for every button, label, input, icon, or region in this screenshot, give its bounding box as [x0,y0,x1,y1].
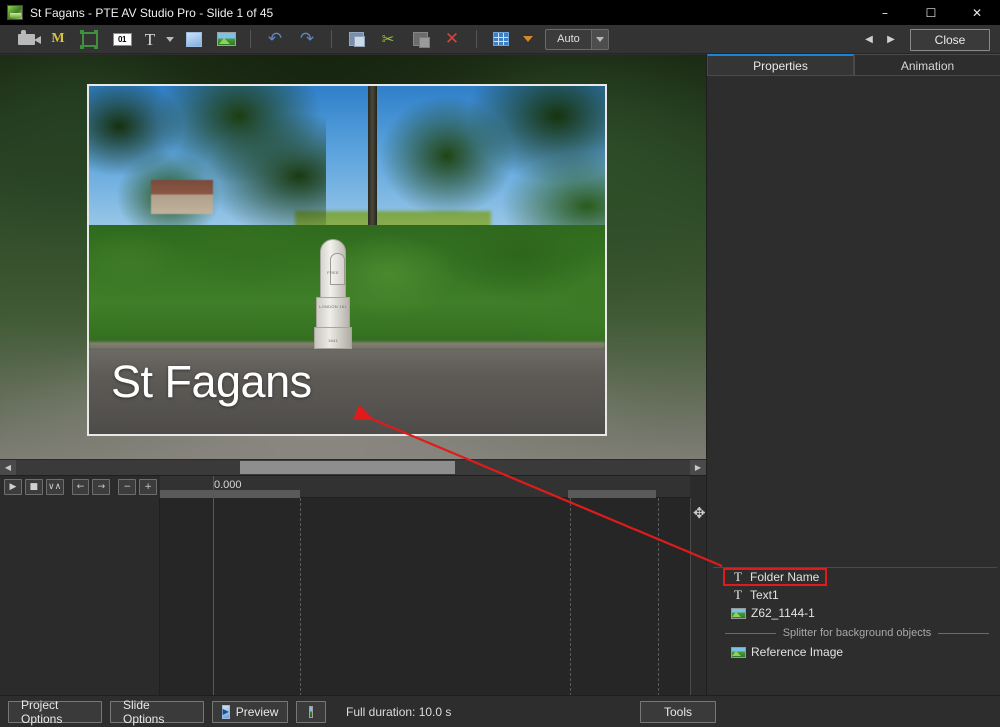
play-button[interactable]: ▶ [4,479,22,495]
mask-m-label: M [51,31,65,46]
list-item[interactable]: T Folder Name [713,568,997,586]
next-button[interactable]: → [92,479,111,495]
project-options-button[interactable]: Project Options [8,698,102,726]
previous-button[interactable]: ← [71,479,90,495]
toolbar-separator [250,30,251,48]
image-object-icon [731,607,746,619]
timeline-current-time: 0.000 [214,479,242,491]
timeline-panel: ▶ ■ ∨∧ ← → − + 0.000 ✥ [0,475,706,696]
splitter-label: Splitter for background objects [782,627,932,639]
paste-icon[interactable] [405,27,435,52]
milestone-line-1: FREE [327,270,339,276]
rectangle-tool-icon[interactable] [179,27,209,52]
move-arrows-icon: ✥ [693,504,706,522]
list-item[interactable]: T Text1 [713,586,997,604]
undo-icon[interactable]: ↶ [260,27,290,52]
text-tool-label: T [144,29,156,49]
maximize-button[interactable]: ☐ [908,0,954,25]
zoom-out-button[interactable]: − [118,479,137,495]
objects-list: T Folder Name T Text1 Z62_1144-1 Splitte… [713,567,997,695]
preview-play-icon: ▶ [221,704,230,719]
waveform-button[interactable]: ∨∧ [45,479,64,495]
minimize-button[interactable]: – [862,0,908,25]
scroll-right-arrow-icon[interactable]: ▶ [690,460,706,475]
text-tool-icon[interactable]: T [139,27,161,52]
text-object-icon: T [734,569,742,584]
toolbar-right-group: ◀ ▶ Close [700,25,1000,54]
text-dropdown-caret-icon[interactable] [163,27,177,52]
object-label: Folder Name [750,570,820,584]
image-tool-icon[interactable] [211,27,241,52]
text-object-icon: T [734,587,742,602]
zoom-level-combo[interactable]: Auto [545,28,609,50]
slide-number-icon[interactable]: 01 [107,27,137,52]
cut-scissors-icon[interactable]: ✂ [373,27,403,52]
ruler-block-2 [568,490,656,498]
list-item[interactable]: Z62_1144-1 [713,604,997,622]
tab-properties[interactable]: Properties [707,54,854,76]
slide-options-button[interactable]: Slide Options [110,698,204,726]
chevron-down-icon[interactable] [591,29,608,49]
horizontal-scroll-thumb[interactable] [240,461,455,474]
timeline-controls: ▶ ■ ∨∧ ← → − + [0,476,160,498]
zoom-in-button[interactable]: + [139,479,158,495]
scroll-left-arrow-icon[interactable]: ◀ [0,460,16,475]
properties-content [707,76,1000,567]
milestone-line-3: 1841 [327,338,339,344]
window-title: St Fagans - PTE AV Studio Pro - Slide 1 … [30,5,274,20]
grid-dropdown-caret-icon[interactable] [518,27,538,52]
stop-button[interactable]: ■ [24,479,43,495]
object-label: Text1 [750,588,779,602]
next-slide-arrow-icon[interactable]: ▶ [880,29,902,51]
window-controls: – ☐ ✕ [862,0,1000,25]
mask-m-icon[interactable]: M [43,27,73,52]
title-bar: St Fagans - PTE AV Studio Pro - Slide 1 … [0,0,1000,25]
ruler-block-1 [160,490,300,498]
background-objects-splitter: Splitter for background objects [725,627,989,639]
list-item[interactable]: Reference Image [713,643,997,661]
panel-tabs: Properties Animation [707,54,1000,76]
delete-x-icon[interactable]: ✕ [437,27,467,52]
image-object-icon [731,646,746,658]
app-window: St Fagans - PTE AV Studio Pro - Slide 1 … [0,0,1000,727]
previous-slide-arrow-icon[interactable]: ◀ [858,29,880,51]
timeline-tracks[interactable] [0,498,690,696]
tools-button[interactable]: Tools [640,700,716,723]
zoom-level-value: Auto [557,33,580,45]
fullscreen-preview-icon [309,705,313,718]
slide-photo[interactable]: FREE LONDON 161 1841 St Fagans [87,84,607,436]
grid-icon[interactable] [486,27,516,52]
photo-cottage [150,179,213,214]
right-panel: Properties Animation T Folder Name T Tex… [706,54,1000,695]
preview-button[interactable]: ▶ Preview [212,700,288,723]
timeline-playhead[interactable] [213,476,214,696]
bottom-bar: Project Options Slide Options ▶ Preview … [0,695,1000,727]
redo-icon[interactable]: ↷ [292,27,322,52]
preview-horizontal-scrollbar[interactable]: ◀ ▶ [0,459,706,475]
milestone-line-2: LONDON 161 [319,304,347,310]
close-window-button[interactable]: ✕ [954,0,1000,25]
timeline-move-tool[interactable]: ✥ [690,498,706,696]
video-camera-icon[interactable] [11,27,41,52]
full-duration-label: Full duration: 10.0 s [346,704,452,719]
fullscreen-preview-button[interactable] [296,700,326,723]
slide-number-label: 01 [112,32,132,46]
photo-tree-trunk [367,86,377,226]
slide-preview-area[interactable]: FREE LONDON 161 1841 St Fagans [0,55,706,475]
toolbar-separator-3 [476,30,477,48]
toolbar-separator-2 [331,30,332,48]
timeline-track-headers [0,498,160,696]
close-editor-button[interactable]: Close [910,28,990,51]
object-label: Z62_1144-1 [751,606,815,620]
preview-button-label: Preview [235,704,279,719]
slide-overlay-text[interactable]: St Fagans [111,359,312,404]
timeline-ruler[interactable]: 0.000 [160,476,690,498]
app-logo-icon [7,5,23,20]
copy-icon[interactable] [341,27,371,52]
object-label: Reference Image [751,645,844,659]
tab-animation[interactable]: Animation [854,54,1000,76]
frame-corners-icon[interactable] [75,27,105,52]
photo-milestone: FREE LONDON 161 1841 [314,239,353,350]
